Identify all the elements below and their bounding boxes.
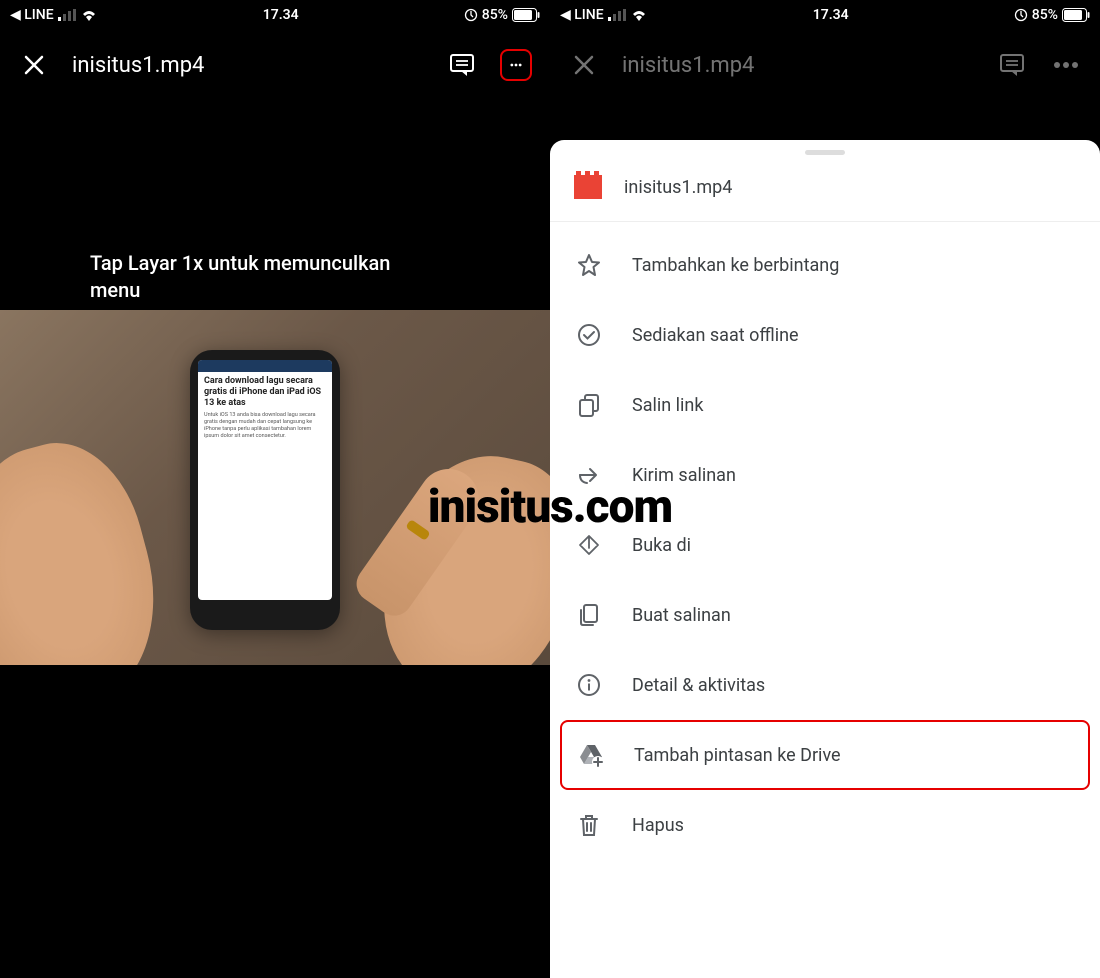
menu-item-details[interactable]: Detail & aktivitas [550, 650, 1100, 720]
file-header-dimmed: inisitus1.mp4 [550, 30, 1100, 100]
offline-icon [576, 322, 602, 348]
file-header: inisitus1.mp4 [0, 30, 550, 100]
menu-label: Detail & aktivitas [632, 675, 765, 696]
back-app-indicator[interactable]: ◀ LINE [10, 7, 54, 23]
menu-label: Hapus [632, 815, 684, 836]
make-copy-icon [576, 602, 602, 628]
menu-label: Buka di [632, 535, 691, 556]
sheet-grabber[interactable] [805, 150, 845, 155]
battery-icon [1062, 8, 1090, 22]
phone-illustration: Cara download lagu secara gratis di iPho… [190, 350, 340, 630]
status-bar: ◀ LINE 17.34 85% [550, 0, 1100, 30]
menu-item-offline[interactable]: Sediakan saat offline [550, 300, 1100, 370]
menu-item-open-in[interactable]: Buka di [550, 510, 1100, 580]
comment-icon[interactable] [996, 49, 1028, 81]
close-icon[interactable] [18, 49, 50, 81]
menu-item-copy-link[interactable]: Salin link [550, 370, 1100, 440]
rotation-lock-icon [1014, 8, 1028, 22]
battery-percent: 85% [1032, 7, 1058, 23]
sheet-header: inisitus1.mp4 [550, 161, 1100, 222]
send-icon [576, 462, 602, 488]
wifi-icon [630, 8, 648, 22]
rotation-lock-icon [464, 8, 478, 22]
video-file-icon [574, 175, 602, 199]
trash-icon [576, 812, 602, 838]
status-time: 17.34 [813, 7, 849, 23]
menu-item-send-copy[interactable]: Kirim salinan [550, 440, 1100, 510]
file-title: inisitus1.mp4 [72, 53, 424, 78]
back-app-indicator[interactable]: ◀ LINE [560, 7, 604, 23]
cell-signal-icon [608, 9, 626, 21]
cell-signal-icon [58, 9, 76, 21]
menu-label: Tambah pintasan ke Drive [634, 745, 841, 766]
video-preview[interactable]: Cara download lagu secara gratis di iPho… [0, 310, 550, 665]
status-bar: ◀ LINE 17.34 85% [0, 0, 550, 30]
sheet-filename: inisitus1.mp4 [624, 177, 732, 198]
menu-item-delete[interactable]: Hapus [550, 790, 1100, 860]
wifi-icon [80, 8, 98, 22]
left-screenshot: ◀ LINE 17.34 85% inisitus1.mp4 [0, 0, 550, 978]
menu-label: Buat salinan [632, 605, 731, 626]
info-icon [576, 672, 602, 698]
right-screenshot: ◀ LINE 17.34 85% inisitus1.mp4 [550, 0, 1100, 978]
menu-label: Salin link [632, 395, 703, 416]
drive-add-icon [578, 742, 604, 768]
bottom-sheet: inisitus1.mp4 Tambahkan ke berbintang Se… [550, 140, 1100, 978]
menu-label: Kirim salinan [632, 465, 736, 486]
menu-label: Tambahkan ke berbintang [632, 255, 839, 276]
action-menu: Tambahkan ke berbintang Sediakan saat of… [550, 222, 1100, 868]
menu-item-add-shortcut-drive[interactable]: Tambah pintasan ke Drive [560, 720, 1090, 790]
more-options-icon[interactable] [500, 49, 532, 81]
star-icon [576, 252, 602, 278]
menu-item-star[interactable]: Tambahkan ke berbintang [550, 230, 1100, 300]
instruction-caption: Tap Layar 1x untuk memunculkan menu [90, 250, 430, 304]
battery-percent: 85% [482, 7, 508, 23]
file-title: inisitus1.mp4 [622, 53, 974, 78]
more-options-icon[interactable] [1050, 49, 1082, 81]
menu-item-make-copy[interactable]: Buat salinan [550, 580, 1100, 650]
copy-link-icon [576, 392, 602, 418]
comment-icon[interactable] [446, 49, 478, 81]
battery-icon [512, 8, 540, 22]
open-in-icon [576, 532, 602, 558]
close-icon[interactable] [568, 49, 600, 81]
hand-illustration [0, 426, 181, 665]
menu-label: Sediakan saat offline [632, 325, 799, 346]
status-time: 17.34 [263, 7, 299, 23]
